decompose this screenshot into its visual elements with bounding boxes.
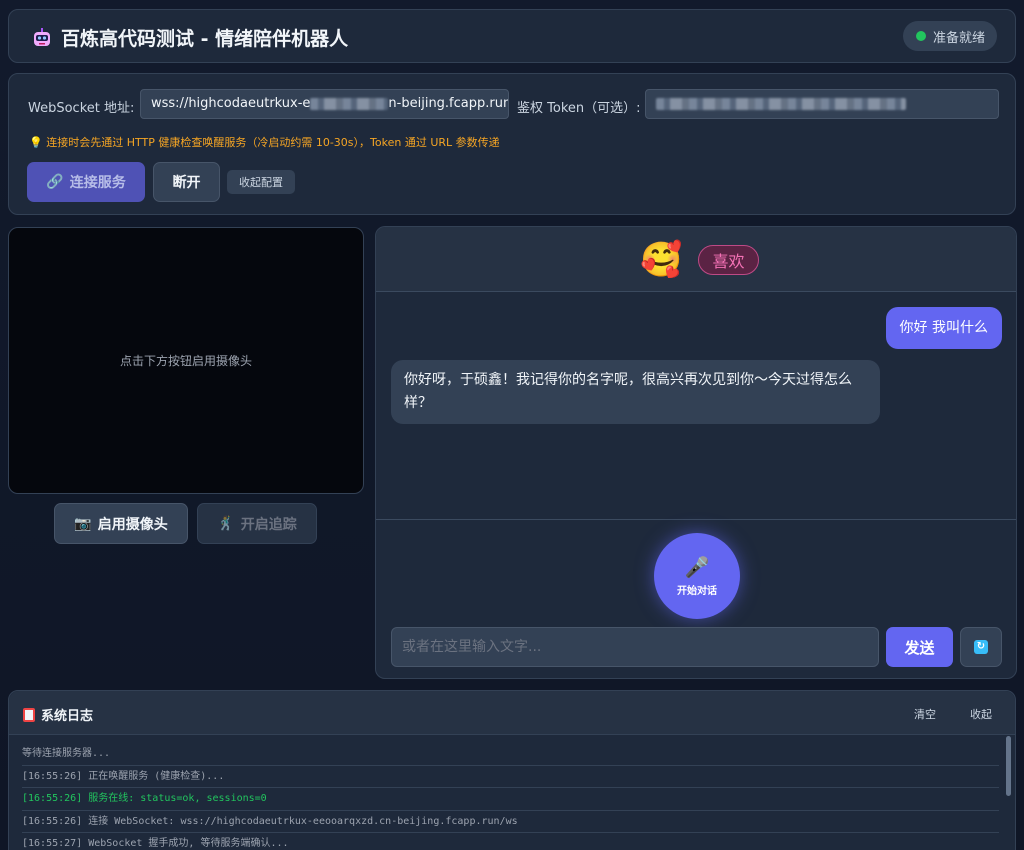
log-line: [16:55:27] WebSocket 握手成功, 等待服务端确认...	[22, 833, 999, 850]
app-title: 百炼高代码测试 - 情绪陪伴机器人	[61, 28, 349, 50]
disconnect-button[interactable]: 断开	[153, 162, 220, 202]
log-line: [16:55:26] 连接 WebSocket: wss://highcodae…	[22, 811, 999, 833]
status-badge: 准备就绪	[903, 21, 997, 51]
camera-placeholder: 点击下方按钮启用摄像头	[119, 354, 252, 368]
lightbulb-icon: 💡	[29, 136, 43, 149]
connect-button[interactable]: 🔗 连接服务	[27, 162, 145, 202]
ws-url-value-end: n-beijing.fcapp.run/ws	[388, 96, 508, 111]
chat-panel: 🥰 喜欢 你好 我叫什么 你好呀，于硕鑫！我记得你的名字呢，很高兴再次见到你～今…	[375, 226, 1017, 679]
microphone-icon: 🎤	[684, 554, 710, 579]
message-list: 你好 我叫什么 你好呀，于硕鑫！我记得你的名字呢，很高兴再次见到你～今天过得怎么…	[376, 293, 1016, 519]
clipboard-icon	[23, 707, 35, 722]
ws-url-input[interactable]: wss://highcodaeutrkux-e n-beijing.fcapp.r…	[140, 89, 509, 119]
clear-log-button[interactable]: 清空	[914, 706, 936, 722]
chat-input-area: 🎤 开始对话 或者在这里输入文字... 发送 ↻	[376, 519, 1016, 678]
emotion-badge: 喜欢	[698, 245, 759, 275]
log-title-text: 系统日志	[41, 709, 94, 724]
log-body: 等待连接服务器... [16:55:26] 正在唤醒服务 (健康检查)... […	[22, 743, 999, 850]
log-line: [16:55:26] 服务在线: status=ok, sessions=0	[22, 788, 999, 811]
refresh-icon: ↻	[974, 640, 988, 654]
emotion-face-icon: 🥰	[640, 240, 683, 280]
connect-label: 连接服务	[69, 175, 126, 191]
token-label: 鉴权 Token（可选）:	[517, 101, 641, 116]
config-tip: 💡 连接时会先通过 HTTP 健康检查唤醒服务（冷启动约需 10-30s），To…	[29, 134, 500, 150]
enable-camera-label: 启用摄像头	[97, 516, 168, 533]
tip-text: 连接时会先通过 HTTP 健康检查唤醒服务（冷启动约需 10-30s），Toke…	[46, 136, 500, 149]
status-dot-icon	[916, 31, 926, 41]
emotion-bar: 🥰 喜欢	[376, 227, 1016, 292]
log-line: 等待连接服务器...	[22, 743, 999, 766]
token-input[interactable]	[645, 89, 999, 119]
app-header: 百炼高代码测试 - 情绪陪伴机器人 准备就绪	[8, 9, 1016, 63]
redacted-blur	[310, 97, 389, 110]
send-button[interactable]: 发送	[886, 627, 953, 667]
collapse-config-button[interactable]: 收起配置	[227, 170, 295, 194]
system-log-panel: 系统日志 清空 收起 等待连接服务器... [16:55:26] 正在唤醒服务 …	[8, 690, 1016, 850]
tracking-icon: 🕺	[217, 515, 235, 532]
start-tracking-label: 开启追踪	[240, 516, 297, 533]
chat-text-input[interactable]: 或者在这里输入文字...	[391, 627, 879, 667]
start-tracking-button[interactable]: 🕺 开启追踪	[197, 503, 317, 544]
refresh-button[interactable]: ↻	[960, 627, 1002, 667]
status-text: 准备就绪	[933, 30, 986, 46]
log-title: 系统日志	[23, 705, 93, 724]
connection-config-panel: WebSocket 地址: wss://highcodaeutrkux-e n-b…	[8, 73, 1016, 215]
link-icon: 🔗	[46, 174, 64, 190]
log-scrollbar[interactable]	[1006, 736, 1011, 796]
user-message: 你好 我叫什么	[885, 307, 1002, 349]
robot-icon	[34, 27, 50, 46]
redacted-blur	[656, 97, 906, 110]
ws-url-value-start: wss://highcodaeutrkux-e	[151, 96, 311, 111]
enable-camera-button[interactable]: 📷 启用摄像头	[54, 503, 188, 544]
start-conversation-label: 开始对话	[677, 585, 717, 597]
ws-url-label: WebSocket 地址:	[28, 101, 135, 116]
log-line: [16:55:26] 正在唤醒服务 (健康检查)...	[22, 766, 999, 788]
bot-message: 你好呀，于硕鑫！我记得你的名字呢，很高兴再次见到你～今天过得怎么样？	[391, 360, 880, 424]
start-conversation-button[interactable]: 🎤 开始对话	[654, 533, 740, 619]
camera-icon: 📷	[74, 515, 92, 532]
log-header: 系统日志 清空 收起	[9, 691, 1015, 735]
collapse-log-button[interactable]: 收起	[970, 706, 992, 722]
camera-view: 点击下方按钮启用摄像头	[8, 227, 364, 494]
